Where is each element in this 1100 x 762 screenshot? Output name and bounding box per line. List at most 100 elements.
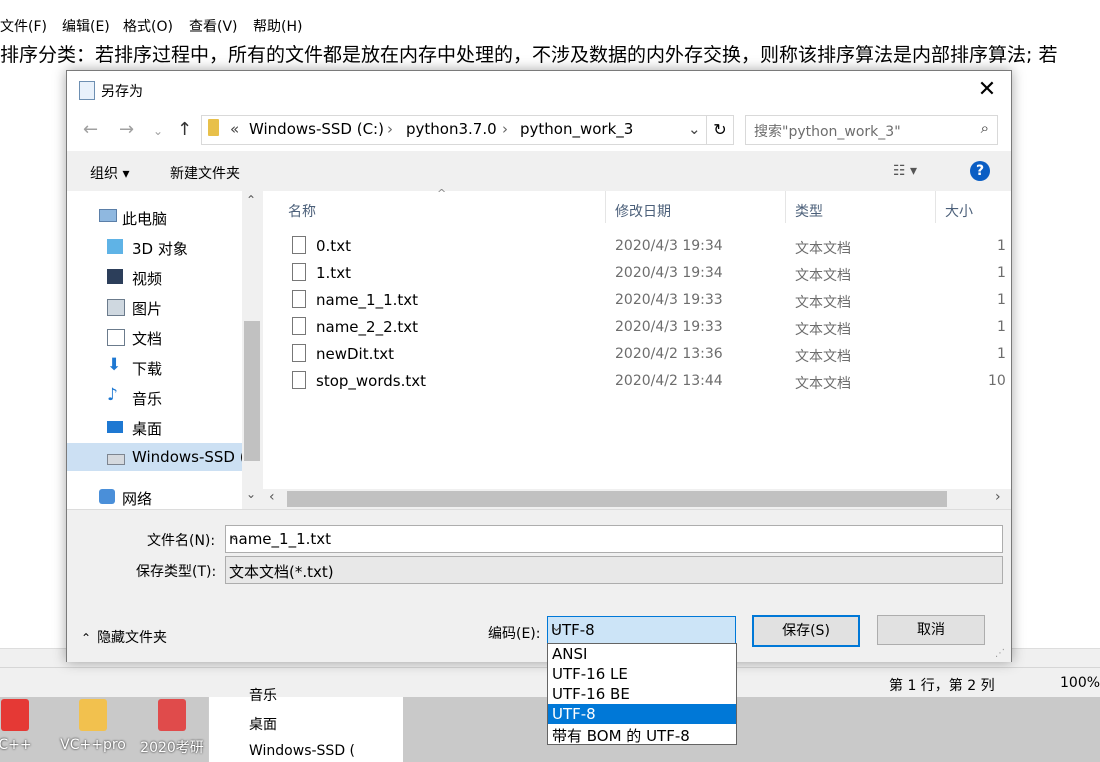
file-row[interactable]: newDit.txt 2020/4/2 13:36 文本文档 1 [263,340,1008,367]
text-file-icon [292,344,306,362]
chevron-down-icon: ⌄ [229,560,240,575]
cancel-button[interactable]: 取消 [877,615,985,645]
nav-item-network[interactable]: 网络 [67,483,242,511]
nav-label: 桌面 [132,420,163,438]
taskbar-item[interactable]: VC++pro [58,699,128,761]
column-divider[interactable] [785,191,786,223]
nav-item-pictures[interactable]: 图片 [67,293,242,321]
nav-item-music[interactable]: ♪ 音乐 [67,383,242,411]
status-zoom: 100% [1060,675,1100,691]
file-name: 1.txt [316,264,351,282]
address-segment[interactable]: Windows-SSD (C:) [249,120,384,138]
hide-folders-label: 隐藏文件夹 [97,630,168,646]
app-icon [158,699,186,731]
scroll-up-icon[interactable]: ⌃ [246,193,256,207]
nav-label: 网络 [122,490,153,508]
file-row[interactable]: name_1_1.txt 2020/4/3 19:33 文本文档 1 [263,286,1008,313]
encoding-option-selected[interactable]: UTF-8 [548,704,736,724]
explorer-item[interactable]: 桌面 [249,714,277,734]
encoding-option[interactable]: UTF-16 BE [548,684,736,704]
nav-item-videos[interactable]: 视频 [67,263,242,291]
address-bar[interactable]: « Windows-SSD (C:) › python3.7.0 › pytho… [201,115,708,145]
filename-input[interactable]: name_1_1.txt ⌄ [225,525,1003,553]
scroll-left-icon[interactable]: ‹ [269,489,275,505]
encoding-option[interactable]: ANSI [548,644,736,664]
dialog-titlebar[interactable]: 另存为 ✕ [67,71,1011,109]
nav-label: Windows-SSD ( [132,448,246,466]
text-file-icon [292,371,306,389]
taskbar-label: VC++pro [60,737,126,753]
encoding-select[interactable]: UTF-8 ⌄ [547,616,736,644]
view-options-icon[interactable]: ☷ ▾ [893,163,917,179]
file-size: 1 [997,292,1006,308]
column-header-type[interactable]: 类型 [795,201,823,221]
help-icon[interactable]: ? [970,161,990,181]
column-header-name[interactable]: 名称 [288,201,316,221]
nav-item-windows-ssd[interactable]: Windows-SSD ( [67,443,246,471]
refresh-icon: ↻ [713,120,727,139]
nav-scroll-thumb[interactable] [244,321,260,461]
refresh-button[interactable]: ↻ [706,115,734,145]
cube-icon [107,239,123,254]
file-name: 0.txt [316,237,351,255]
encoding-label: 编码(E): [488,626,541,642]
taskbar-item[interactable]: C++ [0,699,50,761]
save-button[interactable]: 保存(S) [752,615,860,647]
back-icon[interactable]: ← [83,119,98,140]
address-segment[interactable]: python_work_3 [520,120,633,138]
explorer-item[interactable]: Windows-SSD ( [249,743,355,759]
file-row[interactable]: name_2_2.txt 2020/4/3 19:33 文本文档 1 [263,313,1008,340]
chevron-down-icon[interactable]: ⌄ [688,120,701,138]
taskbar-item[interactable]: 2020考研 [137,699,207,761]
organize-button[interactable]: 组织 ▾ [90,163,129,183]
search-placeholder: 搜索"python_work_3" [754,124,901,140]
nav-item-3d-objects[interactable]: 3D 对象 [67,233,242,261]
nav-label: 此电脑 [122,210,168,228]
nav-item-downloads[interactable]: ⬇ 下载 [67,353,242,381]
explorer-item[interactable]: 音乐 [249,685,277,705]
filetype-select[interactable]: 文本文档(*.txt) ⌄ [225,556,1003,584]
file-type: 文本文档 [795,376,851,392]
file-hscrollbar[interactable]: ‹ › [263,489,1011,509]
column-divider[interactable] [605,191,606,223]
column-header-size[interactable]: 大小 [945,201,973,221]
text-file-icon [292,317,306,335]
encoding-option[interactable]: 带有 BOM 的 UTF-8 [548,724,736,745]
encoding-option[interactable]: UTF-16 LE [548,664,736,684]
menu-help[interactable]: 帮助(H) [253,16,302,36]
file-date: 2020/4/2 13:44 [615,373,723,389]
menu-view[interactable]: 查看(V) [189,16,238,36]
text-file-icon [292,236,306,254]
resize-grip-icon[interactable]: ⋰ [995,648,1005,659]
file-type: 文本文档 [795,241,851,257]
up-icon[interactable]: ↑ [177,119,192,140]
hide-folders-toggle[interactable]: ⌃ 隐藏文件夹 [81,627,167,647]
nav-item-documents[interactable]: 文档 [67,323,242,351]
close-button[interactable]: ✕ [967,75,1007,105]
network-icon [99,489,115,504]
forward-icon[interactable]: → [119,119,134,140]
scroll-right-icon[interactable]: › [995,489,1001,505]
file-row[interactable]: stop_words.txt 2020/4/2 13:44 文本文档 10 [263,367,1008,394]
new-folder-button[interactable]: 新建文件夹 [170,163,240,183]
file-row[interactable]: 0.txt 2020/4/3 19:34 文本文档 1 [263,232,1008,259]
chevron-down-icon[interactable]: ⌄ [229,529,998,544]
address-segment[interactable]: python3.7.0 [406,120,497,138]
nav-item-desktop[interactable]: 桌面 [67,413,242,441]
nav-item-this-pc[interactable]: 此电脑 [67,203,242,231]
recent-dropdown-icon[interactable]: ⌄ [153,124,163,138]
file-row[interactable]: 1.txt 2020/4/3 19:34 文本文档 1 [263,259,1008,286]
file-size: 1 [997,265,1006,281]
text-file-icon [292,263,306,281]
menu-file[interactable]: 文件(F) [0,16,47,36]
search-input[interactable]: 搜索"python_work_3" ⌕ [745,115,998,145]
menu-edit[interactable]: 编辑(E) [62,16,110,36]
menu-format[interactable]: 格式(O) [123,16,173,36]
desktop-icon [107,421,123,433]
computer-icon [99,209,117,222]
scroll-down-icon[interactable]: ⌄ [246,487,256,501]
column-divider[interactable] [935,191,936,223]
column-header-date[interactable]: 修改日期 [615,201,671,221]
file-hscroll-thumb[interactable] [287,491,947,507]
app-icon [79,699,107,731]
